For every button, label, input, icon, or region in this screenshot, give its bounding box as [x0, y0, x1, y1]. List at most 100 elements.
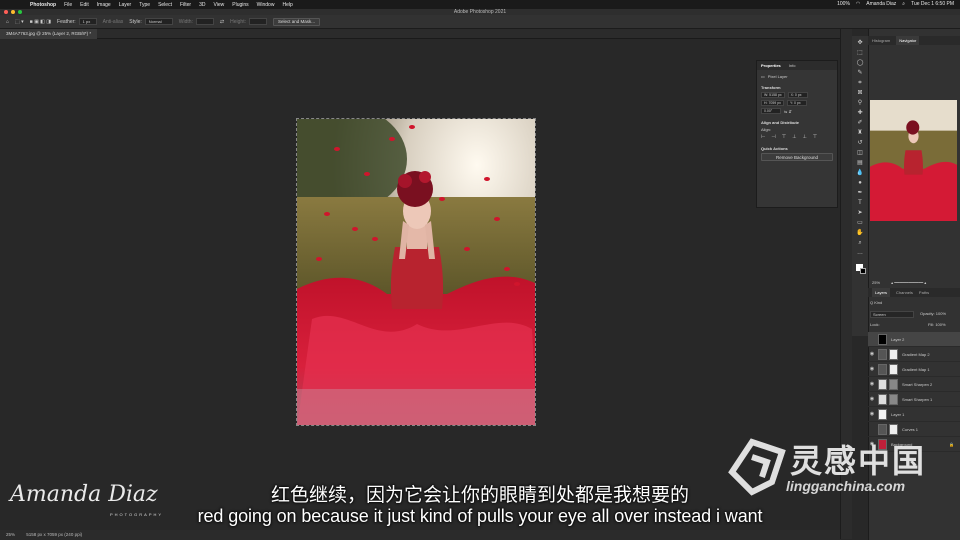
hand-tool-icon[interactable]: ✋: [856, 230, 864, 237]
marquee-tool-icon-tb[interactable]: ⬚: [856, 50, 864, 57]
width-input[interactable]: [195, 18, 214, 25]
align-left-icon[interactable]: ⊢: [761, 134, 765, 140]
user-name[interactable]: Amanda Diaz: [866, 1, 896, 7]
tab-navigator[interactable]: Navigator: [896, 36, 920, 45]
feather-input[interactable]: 1 px: [78, 18, 97, 25]
healing-brush-icon[interactable]: ✚: [856, 110, 864, 117]
tab-paths[interactable]: Paths: [919, 290, 929, 295]
layers-tabs: Layers Channels Paths: [868, 288, 960, 297]
tab-properties[interactable]: Properties: [761, 63, 781, 68]
flip-icons[interactable]: ⇋ ⇵: [784, 109, 792, 114]
visibility-eye-icon[interactable]: ◉: [868, 381, 876, 387]
menu-filter[interactable]: Filter: [180, 2, 191, 8]
navigator-zoom-value[interactable]: 25%: [872, 280, 880, 285]
menu-file[interactable]: File: [64, 2, 72, 8]
layer-row[interactable]: Layer 2: [868, 332, 960, 347]
type-tool-icon[interactable]: T: [856, 200, 864, 207]
menu-view[interactable]: View: [214, 2, 225, 8]
quick-select-icon[interactable]: ✎: [856, 70, 864, 77]
marquee-tool-icon[interactable]: ⬚ ▾: [15, 19, 24, 25]
layer-row[interactable]: ◉ Layer 1: [868, 407, 960, 422]
lasso-tool-icon[interactable]: ◯: [856, 60, 864, 67]
frame-tool-icon[interactable]: ⊠: [856, 90, 864, 97]
visibility-eye-icon[interactable]: ◉: [868, 366, 876, 372]
layer-row[interactable]: ◉ Gradient Map 1: [868, 362, 960, 377]
align-top-icon[interactable]: ⊥: [792, 134, 796, 140]
menu-edit[interactable]: Edit: [80, 2, 89, 8]
menu-app-name[interactable]: Photoshop: [30, 2, 56, 8]
antialias-checkbox[interactable]: Anti-alias: [103, 19, 124, 25]
search-icon[interactable]: ⌕: [902, 1, 905, 7]
path-select-icon[interactable]: ➤: [856, 210, 864, 217]
menu-window[interactable]: Window: [257, 2, 275, 8]
background-color-swatch[interactable]: [860, 268, 866, 274]
status-zoom[interactable]: 25%: [6, 532, 15, 537]
layer-row[interactable]: ◉ Smart Sharpen 1: [868, 392, 960, 407]
visibility-eye-icon[interactable]: ◉: [868, 411, 876, 417]
align-bottom-icon[interactable]: ⊤: [813, 134, 817, 140]
more-tools-icon[interactable]: …: [856, 250, 864, 257]
remove-background-button[interactable]: Remove Background: [761, 153, 833, 161]
style-select[interactable]: Normal: [144, 18, 173, 25]
align-right-icon[interactable]: ⊤: [782, 134, 786, 140]
menu-help[interactable]: Help: [282, 2, 292, 8]
brush-tool-icon[interactable]: ✐: [856, 120, 864, 127]
layer-row[interactable]: ◉ Gradient Map 2: [868, 347, 960, 362]
visibility-eye-icon[interactable]: ◉: [868, 351, 876, 357]
zoom-tool-icon[interactable]: ⌕: [856, 240, 864, 247]
layer-name: Smart Sharpen 2: [902, 381, 933, 387]
gradient-tool-icon[interactable]: ▤: [856, 160, 864, 167]
dodge-tool-icon[interactable]: ●: [856, 180, 864, 187]
zoom-slider[interactable]: ▴ ━━━━━━━━━━━━ ▴: [891, 280, 926, 285]
align-center-icon[interactable]: ⊣: [771, 134, 775, 140]
opacity-field[interactable]: Opacity: 100%: [920, 311, 946, 316]
blur-tool-icon[interactable]: 💧: [856, 170, 864, 177]
home-icon[interactable]: ⌂: [6, 19, 9, 25]
battery-status[interactable]: 100%: [837, 1, 850, 7]
blend-mode-select[interactable]: Screen: [870, 311, 914, 318]
tab-info[interactable]: Info: [789, 63, 796, 68]
crop-tool-icon[interactable]: ⌗: [856, 80, 864, 87]
menu-plugins[interactable]: Plugins: [232, 2, 248, 8]
angle-field[interactable]: 0.00°: [761, 108, 781, 114]
fill-field[interactable]: Fill: 100%: [928, 322, 946, 327]
transform-heading[interactable]: Transform: [761, 85, 833, 90]
history-brush-icon[interactable]: ↺: [856, 140, 864, 147]
shape-tool-icon[interactable]: ▭: [856, 220, 864, 227]
move-tool-icon[interactable]: ✥: [856, 40, 864, 47]
swap-icon[interactable]: ⇄: [220, 19, 224, 25]
layer-filter[interactable]: Q Kind: [870, 300, 882, 305]
height-input[interactable]: [248, 18, 267, 25]
height-field[interactable]: H: 7059 px: [761, 100, 784, 106]
navigator-zoom[interactable]: 25% ▴ ━━━━━━━━━━━━ ▴: [868, 278, 960, 287]
navigator-thumbnail[interactable]: [870, 100, 957, 221]
select-and-mask-button[interactable]: Select and Mask...: [272, 17, 320, 26]
quick-actions-heading[interactable]: Quick Actions: [761, 146, 833, 151]
align-buttons[interactable]: ⊢ ⊣ ⊤ ⊥ ⊥ ⊤: [761, 134, 833, 140]
align-middle-icon[interactable]: ⊥: [802, 134, 806, 140]
selection-mode-icons[interactable]: ■ ▣ ◧ ◨: [30, 19, 51, 25]
visibility-eye-icon[interactable]: ◉: [868, 396, 876, 402]
eraser-tool-icon[interactable]: ◫: [856, 150, 864, 157]
wifi-icon[interactable]: ◠: [856, 1, 860, 7]
align-heading[interactable]: Align and Distribute: [761, 120, 833, 125]
menu-select[interactable]: Select: [158, 2, 172, 8]
document-tab[interactable]: 3M4A7763.jpg @ 25% (Layer 2, RGB/8*) *: [0, 29, 98, 39]
eyedropper-icon[interactable]: ⚲: [856, 100, 864, 107]
menu-type[interactable]: Type: [139, 2, 150, 8]
menu-image[interactable]: Image: [97, 2, 111, 8]
menu-3d[interactable]: 3D: [199, 2, 205, 8]
layer-row[interactable]: ◉ Smart Sharpen 2: [868, 377, 960, 392]
document-canvas-image[interactable]: [296, 118, 536, 426]
stamp-tool-icon[interactable]: ♜: [856, 130, 864, 137]
menu-layer[interactable]: Layer: [119, 2, 132, 8]
x-field[interactable]: X: 0 px: [787, 92, 808, 98]
y-field[interactable]: Y: 0 px: [786, 100, 807, 106]
width-field[interactable]: W: 5158 px: [761, 92, 785, 98]
tab-channels[interactable]: Channels: [896, 290, 913, 295]
clock[interactable]: Tue Dec 1 6:50 PM: [911, 1, 954, 7]
width-label: Width:: [178, 18, 193, 25]
tab-histogram[interactable]: Histogram: [872, 38, 890, 43]
tab-layers[interactable]: Layers: [872, 288, 891, 297]
pen-tool-icon[interactable]: ✒: [856, 190, 864, 197]
